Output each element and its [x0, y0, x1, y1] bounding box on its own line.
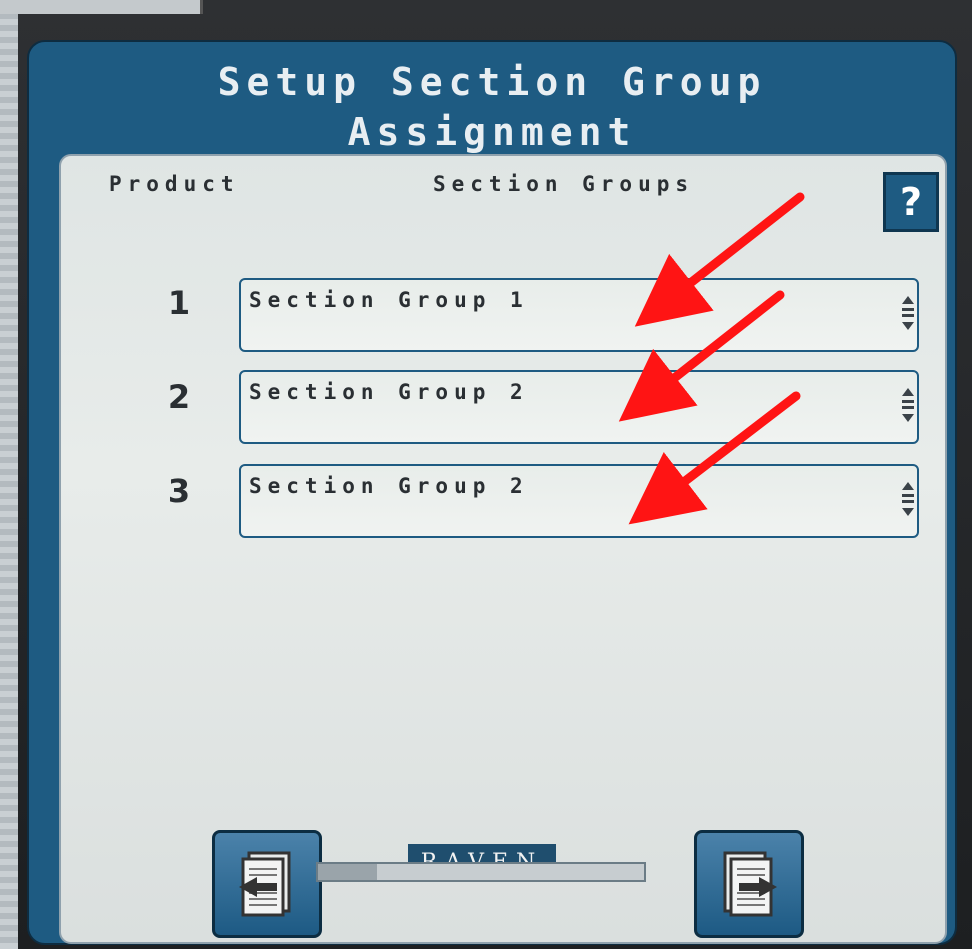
product-number-2: 2	[167, 378, 191, 416]
page-title: Setup Section Group Assignment	[29, 57, 955, 157]
help-button[interactable]: ?	[883, 172, 939, 232]
next-button[interactable]	[694, 830, 804, 938]
product-header: Product	[109, 172, 240, 196]
product-number-3: 3	[167, 472, 191, 510]
title-line-2: Assignment	[347, 110, 637, 154]
title-line-1: Setup Section Group	[217, 60, 767, 104]
progress-bar	[316, 862, 646, 882]
progress-fill	[318, 864, 377, 880]
screen: Setup Section Group Assignment Product S…	[27, 40, 957, 945]
product-number-1: 1	[167, 284, 191, 322]
section-group-select-2-value: Section Group 2	[249, 380, 529, 404]
up-down-arrows-icon[interactable]	[901, 294, 915, 334]
up-down-arrows-icon[interactable]	[901, 480, 915, 520]
up-down-arrows-icon[interactable]	[901, 386, 915, 426]
section-group-select-3-value: Section Group 2	[249, 474, 529, 498]
section-group-select-2[interactable]: Section Group 2	[239, 370, 919, 444]
background-strip	[0, 0, 18, 949]
section-groups-header: Section Groups	[433, 172, 695, 196]
section-group-select-1-value: Section Group 1	[249, 288, 529, 312]
back-page-icon	[239, 851, 291, 917]
section-group-select-1[interactable]: Section Group 1	[239, 278, 919, 352]
back-button[interactable]	[212, 830, 322, 938]
top-tab	[0, 0, 203, 14]
next-page-icon	[723, 851, 777, 917]
section-group-select-3[interactable]: Section Group 2	[239, 464, 919, 538]
content-panel: Product Section Groups	[59, 154, 947, 944]
